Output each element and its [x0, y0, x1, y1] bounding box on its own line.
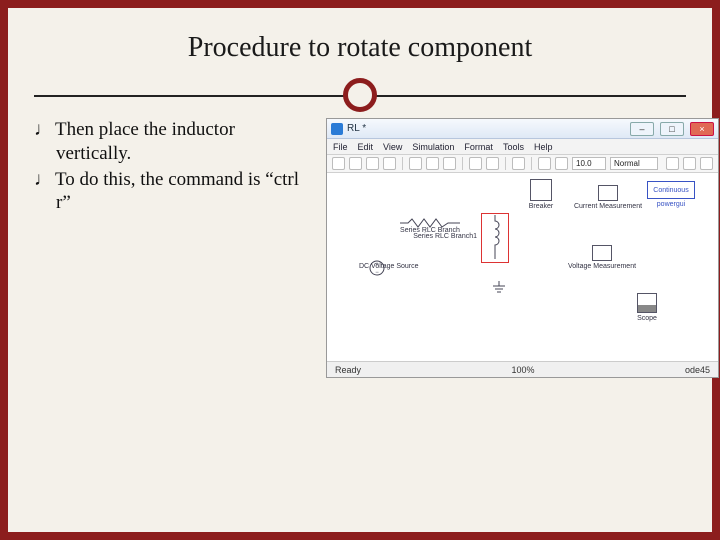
block-dc-source[interactable]: +− DC Voltage Source — [337, 257, 417, 279]
status-solver: ode45 — [685, 365, 710, 375]
block-label: Scope — [627, 315, 667, 322]
block-current-measurement[interactable]: Current Measurement — [573, 185, 643, 210]
breaker-icon — [530, 179, 552, 201]
slide: Procedure to rotate component ♩Then plac… — [0, 0, 720, 540]
inductor-icon — [477, 215, 513, 259]
block-voltage-measurement[interactable]: Voltage Measurement — [563, 245, 641, 270]
run-icon[interactable] — [538, 157, 551, 170]
block-breaker[interactable]: Breaker — [519, 179, 563, 210]
block-powergui[interactable]: Continuous powergui — [643, 181, 699, 208]
svg-text:−: − — [375, 270, 379, 276]
sim-time-field[interactable]: 10.0 — [572, 157, 606, 170]
menu-simulation[interactable]: Simulation — [412, 142, 454, 152]
close-button[interactable]: × — [690, 122, 714, 136]
title-divider — [34, 78, 686, 112]
app-icon — [331, 123, 343, 135]
status-ready: Ready — [335, 365, 361, 375]
bullet-list: ♩Then place the inductor vertically. ♩To… — [34, 118, 314, 217]
simulink-window: RL * – □ × File Edit View Simulation For… — [326, 118, 719, 378]
block-label: powergui — [643, 201, 699, 208]
voltmeter-icon — [592, 245, 612, 261]
open-icon[interactable] — [349, 157, 362, 170]
bullet-text: To do this, the command is “ctrl r” — [55, 169, 299, 214]
model-explorer-icon[interactable] — [683, 157, 696, 170]
ammeter-icon — [598, 185, 618, 201]
divider-ring-icon — [343, 78, 377, 112]
bullet-icon: ♩ — [34, 169, 55, 190]
toolbar[interactable]: 10.0 Normal — [327, 155, 718, 173]
bullet-text: Then place the inductor vertically. — [55, 119, 235, 164]
window-title: RL * — [347, 123, 624, 134]
redo-icon[interactable] — [486, 157, 499, 170]
bullet-item: ♩To do this, the command is “ctrl r” — [34, 168, 314, 216]
model-canvas[interactable]: Breaker Current Measurement Continuous p… — [327, 173, 718, 361]
toolbar-separator — [531, 157, 532, 170]
menu-bar[interactable]: File Edit View Simulation Format Tools H… — [327, 139, 718, 155]
block-label: Current Measurement — [573, 203, 643, 210]
status-bar: Ready 100% ode45 — [327, 361, 718, 377]
toolbar-separator — [462, 157, 463, 170]
maximize-button[interactable]: □ — [660, 122, 684, 136]
ground-icon — [491, 281, 507, 295]
debug-icon[interactable] — [700, 157, 713, 170]
menu-help[interactable]: Help — [534, 142, 553, 152]
block-label: Series RLC Branch1 — [407, 233, 477, 240]
copy-icon[interactable] — [426, 157, 439, 170]
undo-icon[interactable] — [469, 157, 482, 170]
sim-mode-select[interactable]: Normal — [610, 157, 658, 170]
block-ground[interactable] — [489, 281, 509, 297]
menu-view[interactable]: View — [383, 142, 402, 152]
menu-edit[interactable]: Edit — [358, 142, 374, 152]
paste-icon[interactable] — [443, 157, 456, 170]
status-zoom: 100% — [511, 365, 534, 375]
block-label: DC Voltage Source — [359, 263, 419, 270]
content-row: ♩Then place the inductor vertically. ♩To… — [34, 118, 686, 378]
menu-file[interactable]: File — [333, 142, 348, 152]
scope-icon — [637, 293, 657, 313]
stop-icon[interactable] — [555, 157, 568, 170]
save-icon[interactable] — [366, 157, 379, 170]
cut-icon[interactable] — [409, 157, 422, 170]
new-icon[interactable] — [332, 157, 345, 170]
window-titlebar[interactable]: RL * – □ × — [327, 119, 718, 139]
block-label: Breaker — [519, 203, 563, 210]
lib-browser-icon[interactable] — [666, 157, 679, 170]
bullet-icon: ♩ — [34, 119, 55, 140]
nav-up-icon[interactable] — [512, 157, 525, 170]
block-scope[interactable]: Scope — [627, 293, 667, 322]
minimize-button[interactable]: – — [630, 122, 654, 136]
block-series-rlc1[interactable]: Series RLC Branch1 — [477, 215, 513, 259]
powergui-icon: Continuous — [647, 181, 695, 199]
resistor-icon — [385, 219, 475, 227]
block-series-rlc[interactable]: Series RLC Branch — [385, 219, 475, 234]
bullet-item: ♩Then place the inductor vertically. — [34, 118, 314, 166]
print-icon[interactable] — [383, 157, 396, 170]
menu-tools[interactable]: Tools — [503, 142, 524, 152]
slide-title: Procedure to rotate component — [34, 32, 686, 64]
toolbar-separator — [505, 157, 506, 170]
toolbar-separator — [402, 157, 403, 170]
menu-format[interactable]: Format — [464, 142, 493, 152]
block-label: Voltage Measurement — [563, 263, 641, 270]
